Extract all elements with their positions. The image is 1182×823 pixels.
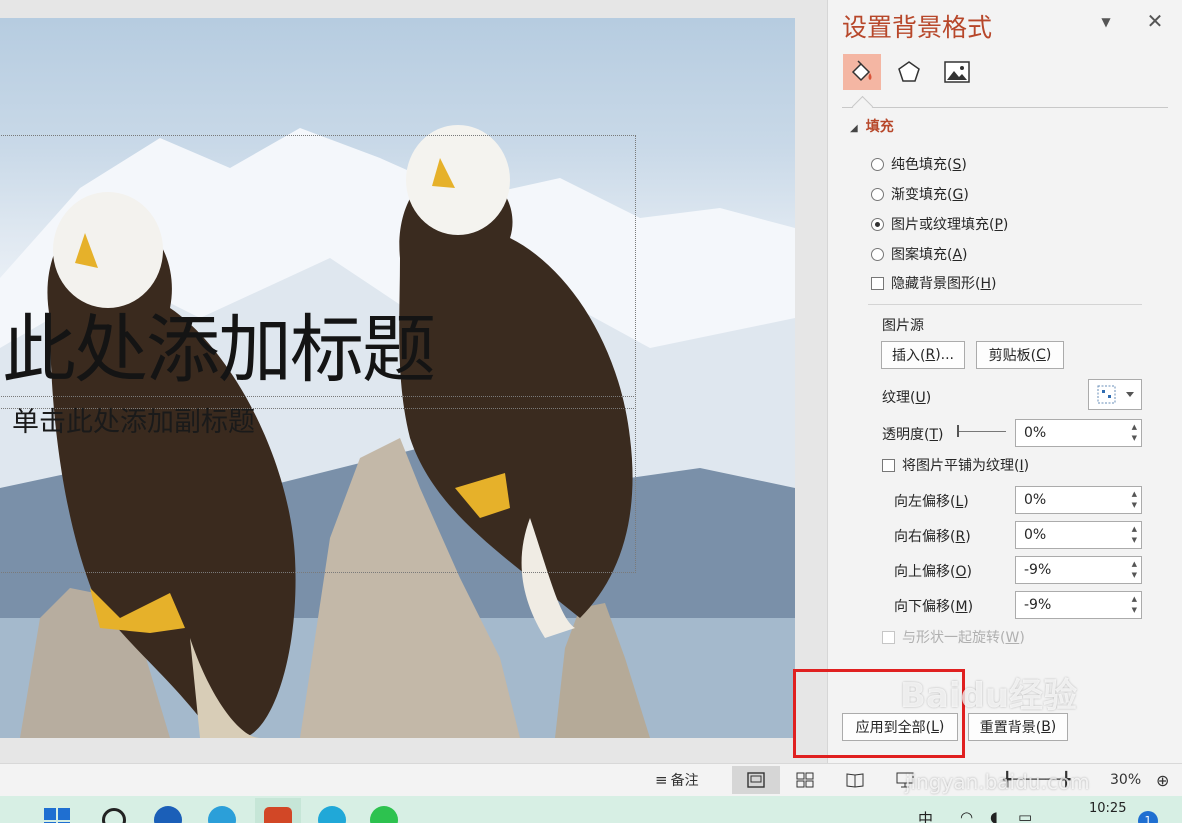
pentagon-icon [898,61,920,82]
clock-time[interactable]: 10:25 [1089,801,1126,816]
radio-button-selected[interactable] [871,217,884,231]
search-icon[interactable] [102,808,126,823]
transparency-input[interactable]: 0% ▲ ▼ [1015,419,1142,447]
offset-right-label: 向右偏移(R) [894,529,971,545]
clipboard-button[interactable]: 剪贴板(C) [976,341,1064,369]
pane-close-button[interactable]: ✕ [1144,10,1166,32]
powerpoint-icon [264,807,292,823]
picture-texture-fill-label: 图片或纹理填充(P) [891,217,1009,233]
chevron-down-icon: ▼ [1101,15,1111,29]
radio-button[interactable] [871,157,884,171]
slideshow-button[interactable] [896,769,914,791]
texture-dropdown[interactable] [1088,379,1142,410]
rotate-with-shape-label: 与形状一起旋转(W) [902,630,1025,646]
pattern-fill-label: 图案填充(A) [891,247,968,263]
radio-button[interactable] [871,187,884,201]
offset-left-input[interactable]: 0% ▲ ▼ [1015,486,1142,514]
slide-canvas[interactable]: 此处添加标题 单击此处添加副标题 [0,18,795,738]
offset-right-input[interactable]: 0% ▲ ▼ [1015,521,1142,549]
checkbox-disabled [882,630,895,644]
reading-view-icon [846,773,864,788]
volume-icon[interactable]: ◖ [990,808,998,823]
collapse-triangle-icon: ◢ [850,123,858,134]
picture-texture-fill-radio[interactable]: 图片或纹理填充(P) [871,214,1008,234]
rotate-with-shape-checkbox: 与形状一起旋转(W) [882,627,1025,647]
fill-icon [851,60,872,82]
slide-sorter-button[interactable] [796,769,814,791]
hide-background-graphics-label: 隐藏背景图形(H) [891,276,997,292]
section-fill-header[interactable]: ◢ 填充 [850,116,894,136]
fit-to-window-button[interactable]: ⊕ [1156,769,1169,791]
notes-button[interactable]: ≡ 备注 [655,769,699,791]
offset-top-label: 向上偏移(O) [894,564,972,580]
slide-work-area: 此处添加标题 单击此处添加副标题 [0,0,827,763]
checkbox[interactable] [871,276,884,290]
offset-bottom-input[interactable]: -9% ▲ ▼ [1015,591,1142,619]
slide-title-text[interactable]: 此处添加标题 [2,290,436,397]
section-divider [868,304,1142,305]
reset-background-button[interactable]: 重置背景(B) [968,713,1068,741]
pane-title: 设置背景格式 [842,13,993,42]
pattern-fill-radio[interactable]: 图案填充(A) [871,244,968,264]
wechat-icon[interactable] [370,806,398,823]
notes-icon: ≡ [655,771,668,789]
insert-button[interactable]: 插入(R)... [881,341,965,369]
tab-fill[interactable] [843,54,881,90]
fit-window-icon: ⊕ [1156,770,1170,790]
spinner-arrows-icon[interactable]: ▲ ▼ [1132,559,1137,581]
tab-divider [842,107,1168,108]
apply-to-all-button[interactable]: 应用到全部(L) [842,713,958,741]
battery-icon[interactable]: ▭ [1018,808,1032,823]
app-icon-blue[interactable] [154,806,182,823]
radio-button[interactable] [871,247,884,261]
ime-indicator[interactable]: 中 [918,808,933,823]
slide-sorter-icon [796,772,814,788]
spinner-arrows-icon[interactable]: ▲ ▼ [1132,422,1137,444]
reading-view-button[interactable] [846,769,864,791]
solid-fill-radio[interactable]: 纯色填充(S) [871,154,967,174]
status-bar: ≡ 备注 ╋──────╋ 30% ⊕ [0,763,1182,796]
offset-top-input[interactable]: -9% ▲ ▼ [1015,556,1142,584]
notification-badge[interactable]: 1 [1138,811,1158,823]
spinner-arrows-icon[interactable]: ▲ ▼ [1132,594,1137,616]
zoom-slider[interactable]: ╋──────╋ [1003,769,1070,791]
gradient-fill-label: 渐变填充(G) [891,187,969,203]
texture-swatch-icon [1097,385,1134,404]
windows-start-icon[interactable] [44,808,70,823]
pane-options-dropdown[interactable]: ▼ [1096,12,1116,32]
offset-left-label: 向左偏移(L) [894,494,969,510]
close-icon: ✕ [1146,9,1164,33]
tile-picture-checkbox[interactable]: 将图片平铺为纹理(I) [882,455,1029,475]
tab-picture[interactable] [938,54,976,90]
spinner-arrows-icon[interactable]: ▲ ▼ [1132,489,1137,511]
picture-source-label: 图片源 [882,318,924,334]
transparency-label: 透明度(T) [882,427,944,443]
browser-icon[interactable] [318,806,346,823]
slide-subtitle-text[interactable]: 单击此处添加副标题 [12,400,255,439]
powerpoint-taskbar-item[interactable] [255,798,301,823]
gradient-fill-radio[interactable]: 渐变填充(G) [871,184,969,204]
tile-picture-label: 将图片平铺为纹理(I) [902,458,1030,474]
normal-view-icon [747,772,765,788]
picture-icon [944,61,970,83]
solid-fill-label: 纯色填充(S) [891,157,967,173]
texture-label: 纹理(U) [882,390,932,406]
checkbox[interactable] [882,458,895,472]
zoom-level[interactable]: 30% [1110,769,1141,791]
offset-bottom-label: 向下偏移(M) [894,599,974,615]
format-background-pane: 设置背景格式 ▼ ✕ ◢ 填充 纯色填充(S) 渐变填充(G) 图片或纹理填充(… [827,0,1182,763]
spinner-arrows-icon[interactable]: ▲ ▼ [1132,524,1137,546]
network-icon[interactable]: ◠ [960,808,973,823]
hide-background-graphics-checkbox[interactable]: 隐藏背景图形(H) [871,273,996,293]
edge-browser-icon[interactable] [208,806,236,823]
windows-taskbar: 中 ◠ ◖ ▭ 10:25 1 [0,796,1182,823]
zoom-slider-icon: ╋──────╋ [1003,772,1071,788]
normal-view-button[interactable] [732,766,780,794]
transparency-slider-track[interactable] [958,431,1006,432]
transparency-slider-thumb[interactable] [957,425,959,437]
tab-effects[interactable] [890,54,928,90]
slideshow-icon [896,772,914,788]
tab-pointer [851,95,874,118]
